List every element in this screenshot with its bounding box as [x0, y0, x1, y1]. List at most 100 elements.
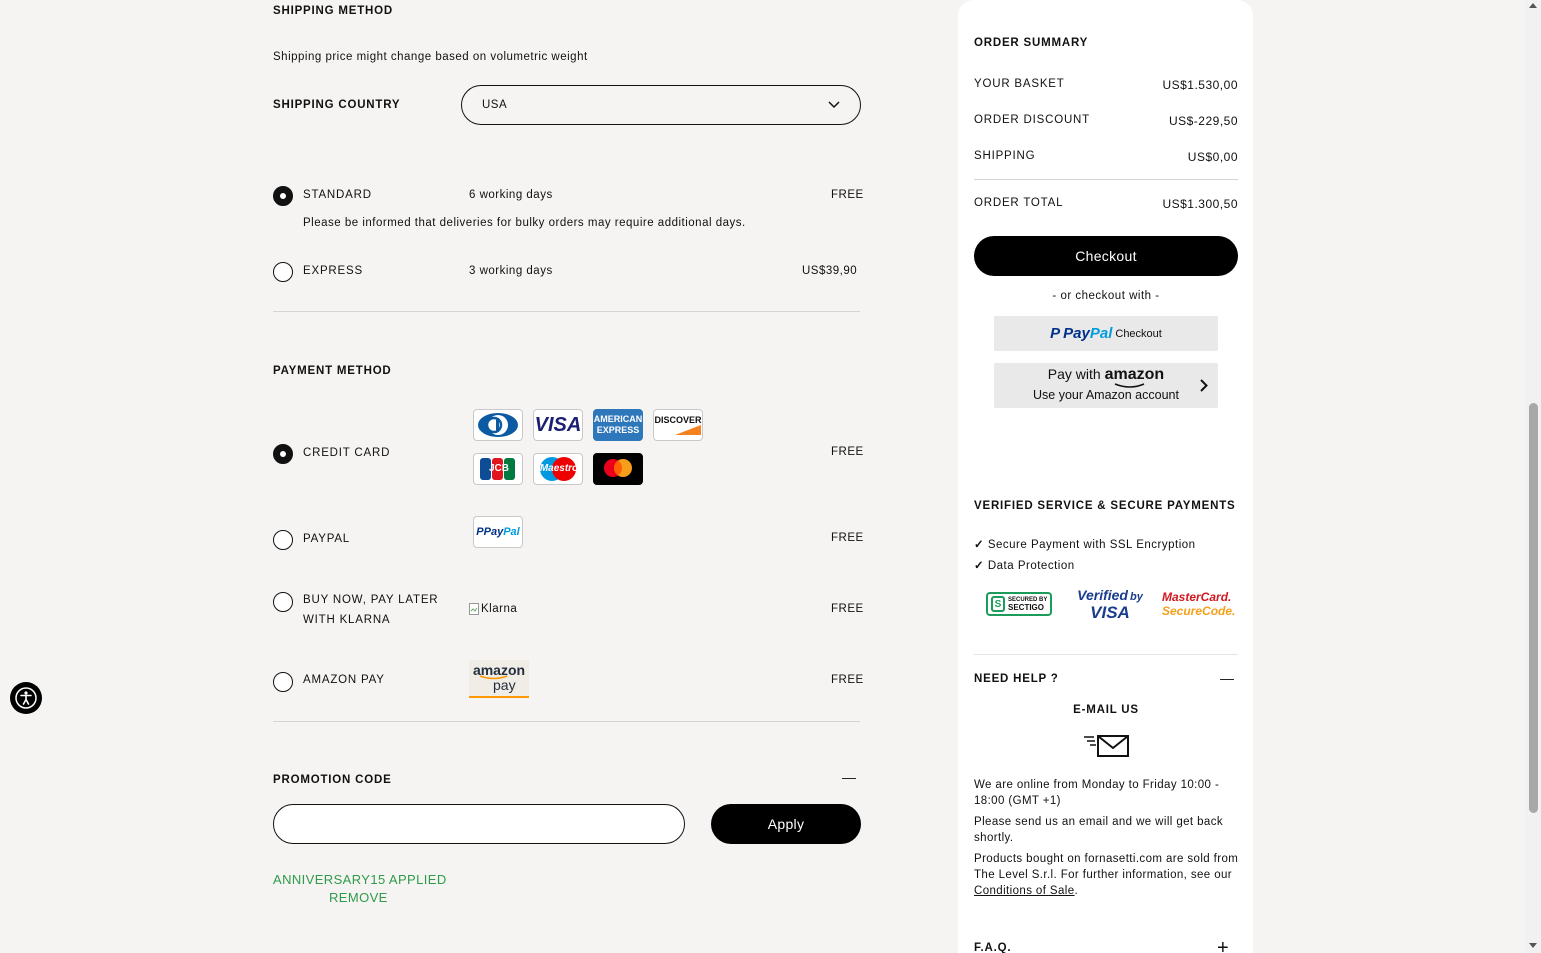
remove-promo-link[interactable]: REMOVE [329, 890, 388, 905]
need-help-title[interactable]: NEED HELP ? [974, 673, 1059, 685]
divider [974, 654, 1238, 655]
klarna-logo-alt: Klarna [481, 603, 518, 615]
amazon-pay-logo-text-1: amazon [472, 662, 526, 678]
shipping-standard-price: FREE [831, 189, 864, 201]
securecode-text: SecureCode. [1162, 604, 1236, 618]
summary-row-shipping: SHIPPING US$0,00 [974, 150, 1238, 164]
amazon-pay-logo-text-2: pay [493, 677, 516, 693]
shipping-express-duration: 3 working days [469, 265, 553, 277]
promo-applied-status: ANNIVERSARY15 APPLIED [273, 872, 447, 887]
summary-value: US$0,00 [1187, 150, 1238, 164]
accessibility-button[interactable] [10, 682, 42, 714]
scroll-up-arrow[interactable] [1529, 3, 1537, 8]
klarna-logo: Klarna [469, 603, 517, 615]
summary-total-value: US$1.300,50 [1162, 197, 1238, 211]
payment-klarna-label-line1[interactable]: BUY NOW, PAY LATER [303, 594, 438, 606]
verified-visa-text: VISA [1090, 603, 1130, 622]
mastercard-logo [593, 453, 643, 485]
paypal-logo-pal: Pal [503, 526, 520, 538]
paypal-checkout-pay: Pay [1063, 325, 1090, 342]
mastercard-text: MasterCard. [1162, 590, 1232, 604]
summary-total-label: ORDER TOTAL [974, 197, 1064, 209]
page-scrollbar[interactable] [1526, 0, 1541, 953]
amazon-pay-line2: Use your Amazon account [1033, 388, 1179, 402]
paypal-checkout-p: P [1050, 325, 1061, 342]
payment-amazon-pay-label[interactable]: AMAZON PAY [303, 674, 385, 686]
payment-paypal-label[interactable]: PAYPAL [303, 533, 350, 545]
chevron-down-icon [828, 98, 840, 112]
payment-credit-card-radio[interactable] [273, 444, 293, 464]
need-help-collapse-toggle[interactable]: — [1220, 670, 1234, 686]
payment-credit-card-label[interactable]: CREDIT CARD [303, 447, 390, 459]
maestro-logo-text: Maestro [539, 463, 579, 474]
promotion-code-title: PROMOTION CODE [273, 774, 392, 786]
faq-expand-toggle[interactable]: + [1217, 937, 1229, 953]
shipping-method-title: SHIPPING METHOD [273, 5, 393, 17]
summary-label: YOUR BASKET [974, 78, 1065, 90]
faq-title[interactable]: F.A.Q. [974, 942, 1011, 953]
payment-credit-card-price: FREE [831, 446, 864, 458]
secure-payments-title: VERIFIED SERVICE & SECURE PAYMENTS [974, 500, 1236, 512]
summary-row-basket: YOUR BASKET US$1.530,00 [974, 78, 1238, 92]
promotion-code-input[interactable] [273, 804, 685, 844]
scroll-down-arrow[interactable] [1529, 943, 1537, 948]
shipping-standard-label[interactable]: STANDARD [303, 189, 372, 201]
check-icon: ✓ [974, 560, 985, 572]
mastercard-securecode-badge: MasterCard. SecureCode. [1162, 590, 1242, 618]
amazon-pay-line1: Pay with amazon [994, 366, 1218, 384]
verified-by-text: by [1130, 591, 1143, 603]
summary-label: SHIPPING [974, 150, 1036, 162]
shipping-country-select[interactable]: USA [461, 85, 861, 125]
verified-text: Verified [1077, 587, 1128, 603]
diners-club-logo [473, 409, 523, 441]
checkout-button[interactable]: Checkout [974, 236, 1238, 276]
payment-amazon-pay-price: FREE [831, 674, 864, 686]
email-us-title[interactable]: E-MAIL US [974, 704, 1238, 716]
secure-item-text: Secure Payment with SSL Encryption [987, 539, 1196, 551]
amazon-wordmark: amazon [1104, 366, 1165, 383]
shipping-express-price: US$39,90 [802, 265, 858, 277]
paypal-checkout-pal: Pal [1089, 325, 1113, 342]
divider [974, 179, 1238, 180]
summary-row-total: ORDER TOTAL US$1.300,50 [974, 197, 1238, 211]
maestro-logo: Maestro [533, 453, 583, 485]
shipping-country-label: SHIPPING COUNTRY [273, 99, 401, 111]
summary-label: ORDER DISCOUNT [974, 114, 1090, 126]
sectigo-s-icon: S [991, 596, 1005, 612]
discover-logo: DISCOVER [653, 409, 703, 441]
payment-method-title: PAYMENT METHOD [273, 365, 392, 377]
help-legal-note: Products bought on fornasetti.com are so… [974, 851, 1240, 899]
paypal-logo: PPayPal [473, 516, 523, 548]
shipping-standard-radio[interactable] [273, 186, 293, 206]
amex-logo-text-2: EXPRESS [596, 425, 640, 435]
amex-logo: AMERICAN EXPRESS [593, 409, 643, 441]
payment-amazon-pay-radio[interactable] [273, 672, 293, 692]
broken-image-icon [469, 603, 479, 615]
scrollbar-thumb[interactable] [1529, 403, 1538, 813]
paypal-checkout-button[interactable]: P PayPal Checkout [994, 316, 1218, 351]
paypal-logo-p: P [476, 526, 484, 538]
apply-promo-button[interactable]: Apply [711, 804, 861, 844]
payment-klarna-radio[interactable] [273, 592, 293, 612]
shipping-express-radio[interactable] [273, 262, 293, 282]
check-icon: ✓ [974, 539, 985, 551]
sectigo-badge: S SECURED BY SECTIGO [986, 592, 1052, 616]
secure-item: ✓ Data Protection [974, 558, 1075, 572]
chevron-right-icon [1200, 379, 1208, 392]
shipping-note: Shipping price might change based on vol… [273, 51, 588, 63]
conditions-of-sale-link[interactable]: Conditions of Sale [974, 885, 1075, 897]
shipping-country-value: USA [482, 99, 508, 111]
promotion-collapse-toggle[interactable]: — [842, 769, 856, 785]
sectigo-text-2: SECTIGO [1008, 603, 1045, 612]
divider [273, 311, 860, 312]
secure-item-text: Data Protection [987, 560, 1075, 572]
payment-paypal-radio[interactable] [273, 530, 293, 550]
email-icon[interactable] [1084, 734, 1130, 761]
payment-klarna-price: FREE [831, 603, 864, 615]
jcb-logo: JCB [473, 453, 523, 485]
paypal-checkout-logo: P PayPal [1050, 325, 1112, 342]
amazon-pay-button[interactable]: Pay with amazon Use your Amazon account [994, 363, 1218, 408]
shipping-express-label[interactable]: EXPRESS [303, 265, 363, 277]
payment-klarna-label-line2[interactable]: WITH KLARNA [303, 614, 390, 626]
paypal-checkout-label: Checkout [1115, 327, 1162, 340]
